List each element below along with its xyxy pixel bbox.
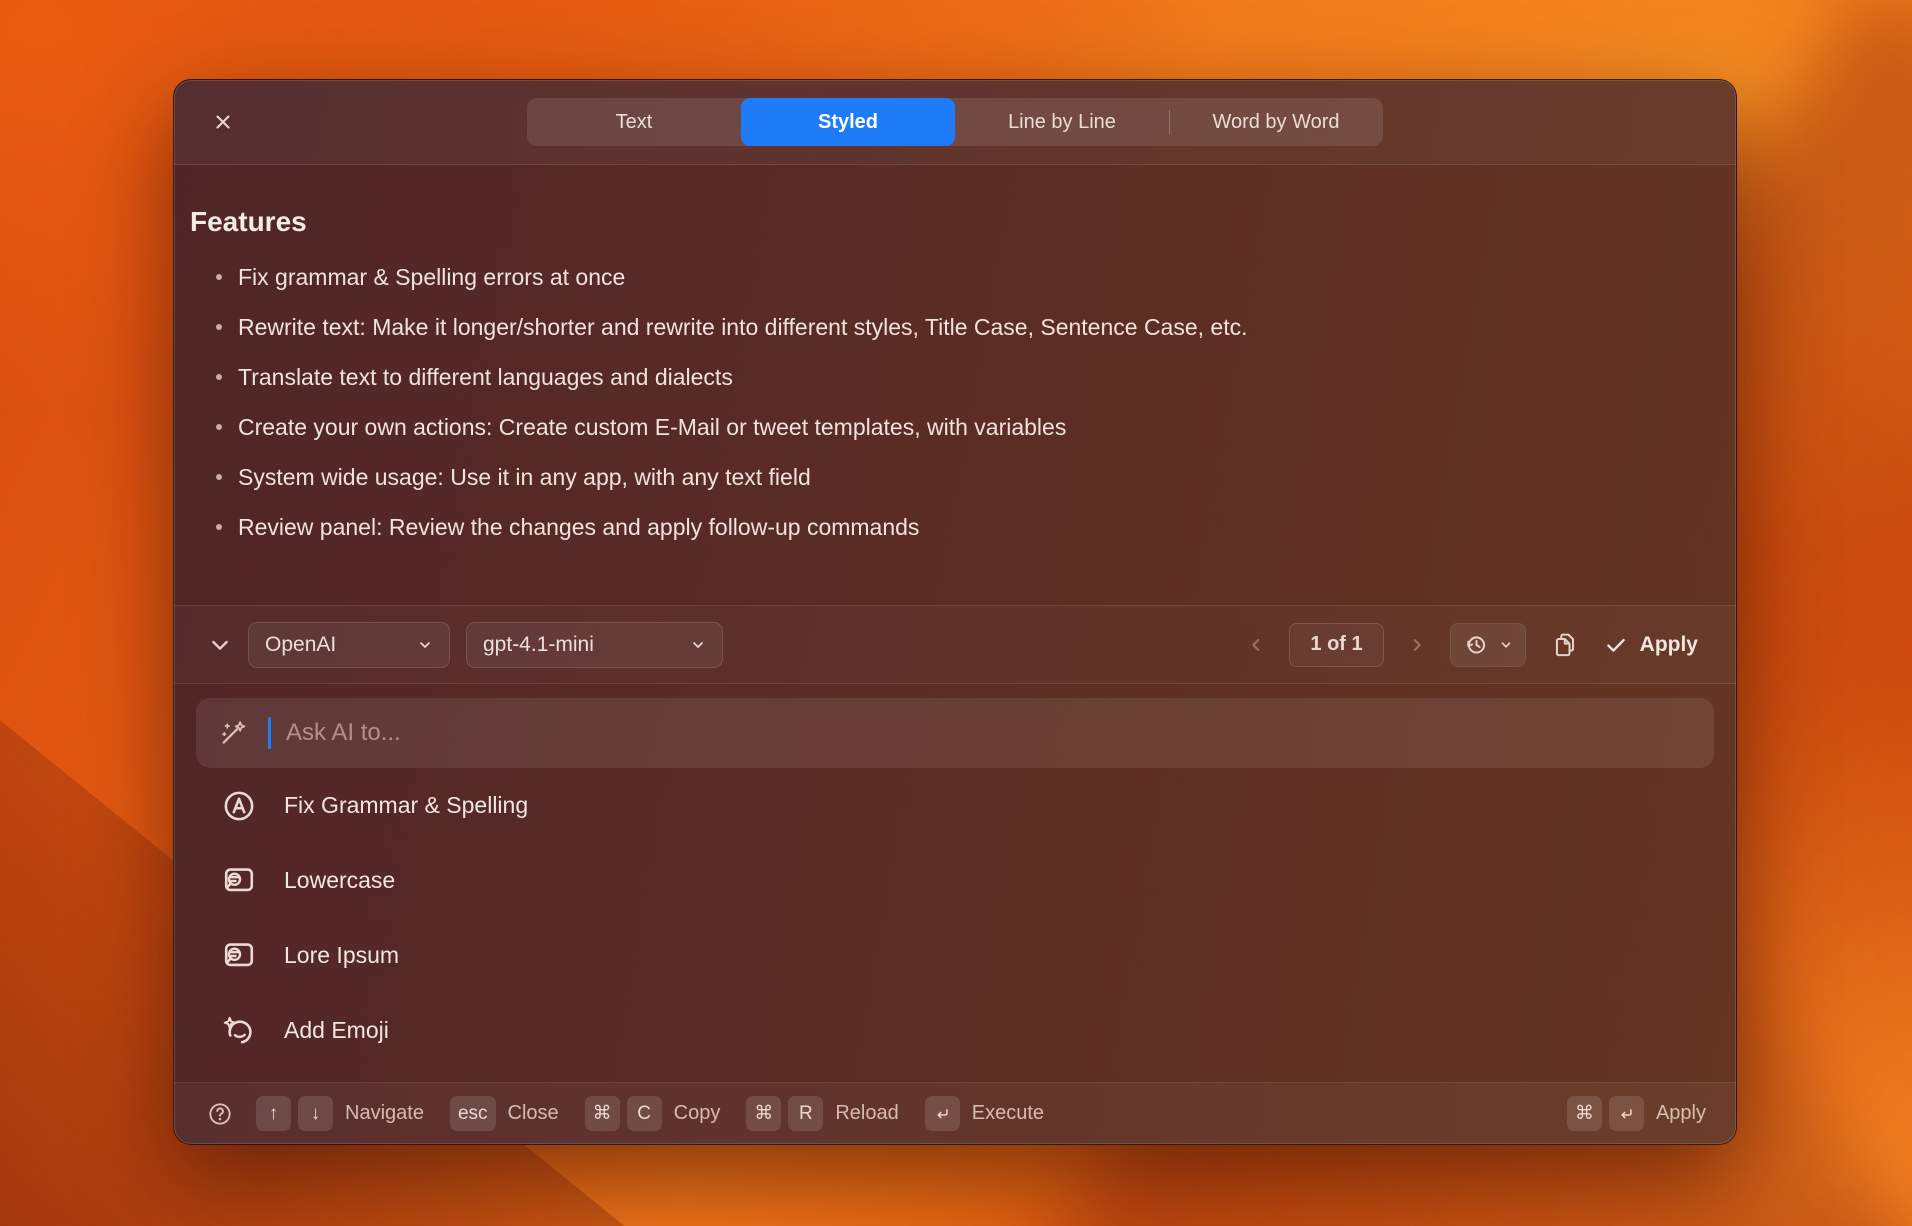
apply-button[interactable]: Apply [1604, 633, 1698, 657]
close-button[interactable] [208, 107, 238, 137]
model-toolbar: OpenAI gpt-4.1-mini 1 of 1 [174, 605, 1736, 684]
ai-command-window: Text Styled Line by Line Word by Word Fe… [173, 79, 1737, 1145]
key-return [925, 1096, 960, 1131]
text-magnifier-icon [220, 862, 258, 900]
close-icon [213, 112, 233, 132]
action-item-add-emoji[interactable]: Add Emoji [196, 993, 1714, 1068]
key-command: ⌘ [746, 1096, 781, 1131]
model-dropdown[interactable]: gpt-4.1-mini [466, 622, 723, 668]
next-page-icon[interactable] [1408, 636, 1426, 654]
feature-bullet: Create your own actions: Create custom E… [190, 415, 1688, 440]
letter-a-circle-icon [220, 787, 258, 825]
tab-word-by-word[interactable]: Word by Word [1169, 98, 1383, 146]
return-key-icon [933, 1105, 951, 1123]
window-header: Text Styled Line by Line Word by Word [174, 80, 1736, 165]
action-item-lowercase[interactable]: Lowercase [196, 843, 1714, 918]
action-label: Lore Ipsum [284, 942, 399, 969]
prompt-area: Ask AI to... Fix Grammar & Spelling [174, 684, 1736, 1068]
question-circle-icon [206, 1100, 234, 1128]
shortcut-navigate: ↑ ↓ Navigate [256, 1096, 424, 1131]
bullet-dot [216, 374, 222, 380]
chevron-down-icon [1499, 638, 1513, 652]
feature-bullet: Rewrite text: Make it longer/shorter and… [190, 315, 1688, 340]
return-key-icon [1617, 1105, 1635, 1123]
feature-text: Review panel: Review the changes and app… [238, 514, 919, 540]
feature-bullet: Review panel: Review the changes and app… [190, 515, 1688, 540]
ask-ai-input[interactable]: Ask AI to... [196, 698, 1714, 768]
view-mode-tabs: Text Styled Line by Line Word by Word [527, 98, 1383, 146]
input-placeholder: Ask AI to... [286, 719, 401, 747]
key-return [1609, 1096, 1644, 1131]
shortcut-label: Close [508, 1102, 559, 1125]
features-title: Features [190, 205, 1688, 239]
collapse-chevron-icon[interactable] [208, 633, 232, 657]
features-list: Fix grammar & Spelling errors at once Re… [190, 265, 1688, 540]
shortcut-copy: ⌘ C Copy [585, 1096, 721, 1131]
model-value: gpt-4.1-mini [483, 633, 594, 657]
tab-line-by-line[interactable]: Line by Line [955, 98, 1169, 146]
emoji-sparkles-icon [220, 1012, 258, 1050]
shortcut-execute: Execute [925, 1096, 1044, 1131]
tab-text[interactable]: Text [527, 98, 741, 146]
text-cursor [268, 717, 271, 749]
feature-text: Fix grammar & Spelling errors at once [238, 264, 625, 290]
shortcut-label: Apply [1656, 1102, 1706, 1125]
bullet-dot [216, 274, 222, 280]
chevron-down-icon [690, 637, 706, 653]
shortcut-close: esc Close [450, 1096, 559, 1131]
shortcut-label: Execute [972, 1102, 1044, 1125]
history-dropdown[interactable] [1450, 623, 1526, 667]
key-arrow-down: ↓ [298, 1096, 333, 1131]
magic-wand-icon [218, 718, 248, 748]
feature-bullet: Fix grammar & Spelling errors at once [190, 265, 1688, 290]
history-clock-icon [1463, 632, 1489, 658]
feature-text: Translate text to different languages an… [238, 364, 733, 390]
feature-text: System wide usage: Use it in any app, wi… [238, 464, 811, 490]
feature-text: Rewrite text: Make it longer/shorter and… [238, 314, 1247, 340]
key-c: C [627, 1096, 662, 1131]
action-label: Fix Grammar & Spelling [284, 792, 528, 819]
toolbar-right-group: 1 of 1 [1247, 623, 1698, 667]
feature-bullet: Translate text to different languages an… [190, 365, 1688, 390]
key-command: ⌘ [1567, 1096, 1602, 1131]
action-label: Lowercase [284, 867, 395, 894]
apply-label: Apply [1640, 633, 1698, 657]
text-magnifier-icon [220, 937, 258, 975]
key-command: ⌘ [585, 1096, 620, 1131]
provider-value: OpenAI [265, 633, 336, 657]
page-indicator: 1 of 1 [1289, 623, 1383, 667]
tab-styled[interactable]: Styled [741, 98, 955, 146]
action-item-fix-grammar[interactable]: Fix Grammar & Spelling [196, 768, 1714, 843]
checkmark-icon [1604, 633, 1628, 657]
status-bar: ↑ ↓ Navigate esc Close ⌘ C Copy ⌘ R Relo… [174, 1082, 1736, 1144]
segment-divider [1169, 110, 1170, 134]
key-r: R [788, 1096, 823, 1131]
bullet-dot [216, 524, 222, 530]
provider-dropdown[interactable]: OpenAI [248, 622, 450, 668]
action-label: Add Emoji [284, 1017, 389, 1044]
bullet-dot [216, 474, 222, 480]
key-esc: esc [450, 1096, 496, 1131]
shortcut-reload: ⌘ R Reload [746, 1096, 898, 1131]
feature-bullet: System wide usage: Use it in any app, wi… [190, 465, 1688, 490]
copy-pages-icon[interactable] [1550, 630, 1580, 660]
action-item-lore-ipsum[interactable]: Lore Ipsum [196, 918, 1714, 993]
prev-page-icon[interactable] [1247, 636, 1265, 654]
shortcut-apply: ⌘ Apply [1567, 1096, 1706, 1131]
shortcut-label: Copy [674, 1102, 721, 1125]
chevron-down-icon [417, 637, 433, 653]
help-button[interactable] [206, 1100, 234, 1128]
key-arrow-up: ↑ [256, 1096, 291, 1131]
bullet-dot [216, 424, 222, 430]
shortcut-label: Reload [835, 1102, 898, 1125]
features-section: Features Fix grammar & Spelling errors a… [174, 165, 1736, 605]
feature-text: Create your own actions: Create custom E… [238, 414, 1066, 440]
bullet-dot [216, 324, 222, 330]
shortcut-label: Navigate [345, 1102, 424, 1125]
